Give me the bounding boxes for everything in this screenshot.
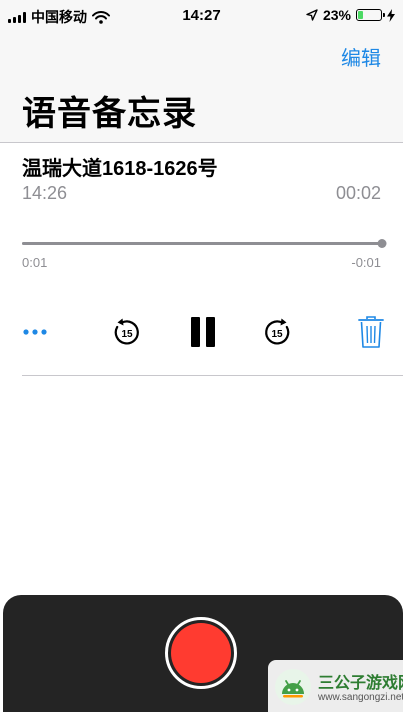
more-dots-icon — [23, 329, 47, 335]
edit-button[interactable]: 编辑 — [341, 42, 381, 71]
record-icon — [171, 623, 231, 683]
navigation-header: 编辑 语音备忘录 — [0, 32, 403, 143]
rewind-seconds-label: 15 — [121, 329, 133, 340]
battery-icon — [356, 9, 385, 21]
battery-level — [358, 11, 363, 19]
remaining-time: -0:01 — [351, 255, 381, 270]
trash-icon — [358, 316, 384, 348]
status-right: 23% — [306, 7, 395, 23]
watermark-url: www.sangongzi.net — [318, 692, 403, 703]
forward-15-icon: 15 — [265, 318, 290, 345]
elapsed-time: 0:01 — [22, 255, 48, 270]
playback-progress — [22, 242, 382, 245]
more-button[interactable] — [22, 310, 48, 354]
forward-seconds-label: 15 — [271, 329, 283, 340]
delete-button[interactable] — [355, 310, 387, 354]
record-button[interactable] — [165, 617, 237, 689]
page-title: 语音备忘录 — [22, 95, 197, 133]
list-divider — [22, 375, 403, 376]
playback-controls: 15 15 — [0, 310, 403, 354]
recording-title[interactable]: 温瑞大道1618-1626号 — [22, 152, 218, 181]
pause-button[interactable] — [186, 310, 220, 354]
battery-percent: 23% — [322, 7, 351, 23]
android-logo-icon — [275, 669, 311, 705]
rewind-15-icon: 15 — [114, 318, 139, 345]
forward-15-button[interactable]: 15 — [260, 310, 294, 354]
playback-scrubber[interactable] — [22, 239, 387, 248]
pause-icon — [191, 317, 215, 347]
watermark-name: 三公子游戏网 — [318, 675, 403, 692]
charging-bolt-icon — [387, 8, 395, 22]
scrubber-handle[interactable] — [377, 239, 387, 248]
rewind-15-button[interactable]: 15 — [110, 310, 144, 354]
recording-date: 14:26 — [22, 183, 68, 203]
site-watermark: 三公子游戏网 www.sangongzi.net — [268, 660, 403, 712]
location-arrow-icon — [306, 9, 318, 21]
recording-duration: 00:02 — [335, 183, 381, 203]
status-bar: 中国移动 14:27 23% — [0, 0, 403, 32]
